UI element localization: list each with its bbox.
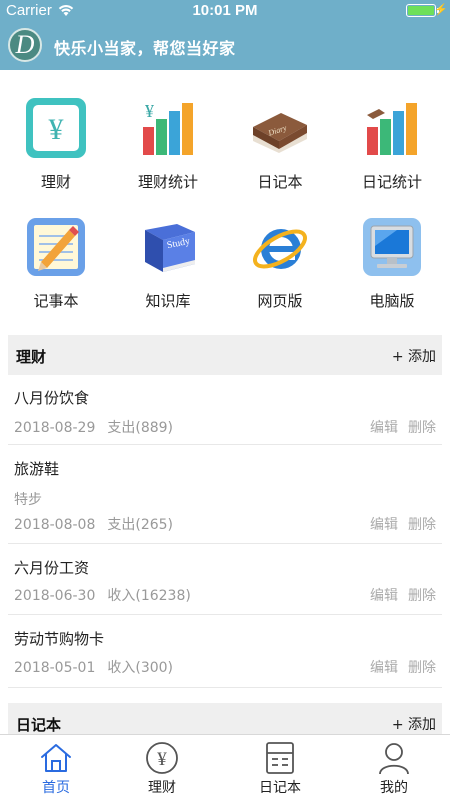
- record-subtitle: 特步: [14, 492, 42, 508]
- diary-stats-icon: [367, 103, 417, 155]
- status-bar: Carrier 10:01 PM ⚡: [0, 0, 450, 22]
- svg-text:¥: ¥: [157, 749, 167, 770]
- record-date: 2018-08-08: [14, 517, 96, 533]
- grid-label: 理财统计: [137, 173, 198, 191]
- grid-item-finance[interactable]: ¥ 理财: [0, 97, 112, 192]
- tab-home[interactable]: 首页: [0, 735, 112, 800]
- record-actions: 编辑 删除: [360, 514, 436, 534]
- record-title: 劳动节购物卡: [14, 630, 105, 648]
- svg-text:¥: ¥: [49, 113, 64, 146]
- record-meta: 2018-08-08 支出(265): [14, 514, 173, 534]
- tab-label: 日记本: [259, 780, 301, 796]
- finance-record[interactable]: 八月份饮食 2018-08-29 支出(889) 编辑 删除: [8, 375, 442, 445]
- grid-label: 理财: [40, 173, 71, 191]
- finance-record[interactable]: 六月份工资 2018-06-30 收入(16238) 编辑 删除: [8, 545, 442, 615]
- app-title: 快乐小当家，帮您当好家: [54, 39, 236, 58]
- tab-bar: 首页 ¥ 理财 日记本 我的: [0, 734, 450, 800]
- grid-item-diary[interactable]: Diary 日记本: [224, 97, 336, 192]
- grid-item-notepad[interactable]: 记事本: [0, 216, 112, 311]
- grid-label: 日记本: [257, 173, 303, 191]
- record-amount: 收入(300): [107, 660, 174, 676]
- notepad-icon: [27, 218, 85, 276]
- delete-button[interactable]: 删除: [408, 588, 436, 604]
- record-title: 旅游鞋: [14, 460, 60, 478]
- record-title: 八月份饮食: [14, 389, 90, 407]
- grid-label: 记事本: [33, 292, 79, 310]
- grid-item-finance-stats[interactable]: ¥ 理财统计: [112, 97, 224, 192]
- tab-mine[interactable]: 我的: [338, 735, 450, 800]
- add-finance-button[interactable]: + 添加: [392, 346, 436, 366]
- record-actions: 编辑 删除: [360, 417, 436, 437]
- tab-label: 理财: [148, 780, 176, 796]
- record-amount: 收入(16238): [107, 588, 191, 604]
- finance-record[interactable]: 旅游鞋 特步 2018-08-08 支出(265) 编辑 删除: [8, 446, 442, 544]
- diary-section-header: 日记本 + 添加: [8, 703, 442, 734]
- section-title: 日记本: [16, 716, 62, 734]
- battery-icon: [406, 4, 436, 17]
- finance-stats-icon: ¥: [143, 101, 193, 155]
- grid-item-web[interactable]: 网页版: [224, 216, 336, 311]
- finance-section-header: 理财 + 添加: [8, 335, 442, 375]
- record-date: 2018-05-01: [14, 660, 96, 676]
- delete-button[interactable]: 删除: [408, 660, 436, 676]
- delete-button[interactable]: 删除: [408, 517, 436, 533]
- record-title: 六月份工资: [14, 559, 90, 577]
- app-header: D 快乐小当家，帮您当好家: [0, 22, 450, 70]
- charging-icon: ⚡: [434, 4, 448, 16]
- record-meta: 2018-08-29 支出(889): [14, 417, 173, 437]
- section-title: 理财: [16, 348, 47, 366]
- edit-button[interactable]: 编辑: [370, 660, 398, 676]
- ie-browser-icon: [253, 229, 307, 269]
- diary-book-icon: Diary: [253, 113, 307, 153]
- add-diary-button[interactable]: + 添加: [392, 714, 436, 734]
- computer-icon: [363, 218, 421, 276]
- record-date: 2018-06-30: [14, 588, 96, 604]
- finance-record[interactable]: 劳动节购物卡 2018-05-01 收入(300) 编辑 删除: [8, 616, 442, 688]
- edit-button[interactable]: 编辑: [370, 588, 398, 604]
- grid-item-desktop[interactable]: 电脑版: [336, 216, 448, 311]
- delete-button[interactable]: 删除: [408, 420, 436, 436]
- feature-grid: ¥ 理财 ¥ 理财统计 Diary 日记本 日记统计 记事本 Study 知识库…: [0, 70, 450, 332]
- record-actions: 编辑 删除: [360, 657, 436, 677]
- grid-label: 网页版: [257, 292, 303, 310]
- record-meta: 2018-05-01 收入(300): [14, 657, 173, 677]
- svg-text:¥: ¥: [145, 101, 154, 121]
- tab-diary[interactable]: 日记本: [224, 735, 336, 800]
- yuan-circle-icon: ¥: [146, 742, 178, 774]
- finance-icon: ¥: [26, 98, 86, 158]
- record-actions: 编辑 删除: [360, 585, 436, 605]
- record-amount: 支出(265): [107, 517, 174, 533]
- home-icon: [41, 744, 71, 772]
- notebook-icon: [266, 742, 294, 774]
- edit-button[interactable]: 编辑: [370, 420, 398, 436]
- tab-finance[interactable]: ¥ 理财: [106, 735, 218, 800]
- study-book-icon: Study: [145, 224, 195, 272]
- tab-label: 首页: [42, 780, 70, 796]
- record-date: 2018-08-29: [14, 420, 96, 436]
- grid-label: 日记统计: [361, 173, 422, 191]
- grid-label: 知识库: [145, 292, 191, 310]
- status-time: 10:01 PM: [192, 2, 258, 19]
- tab-label: 我的: [380, 780, 408, 796]
- grid-item-knowledge[interactable]: Study 知识库: [112, 216, 224, 311]
- record-meta: 2018-06-30 收入(16238): [14, 585, 191, 605]
- user-icon: [379, 743, 409, 775]
- grid-label: 电脑版: [369, 292, 415, 310]
- edit-button[interactable]: 编辑: [370, 517, 398, 533]
- grid-item-diary-stats[interactable]: 日记统计: [336, 97, 448, 192]
- app-logo: D: [8, 28, 42, 62]
- record-amount: 支出(889): [107, 420, 174, 436]
